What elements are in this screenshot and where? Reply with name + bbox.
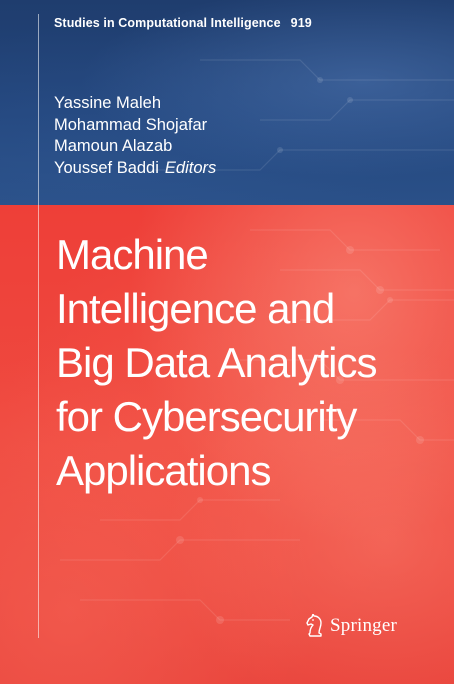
publisher-logo: Springer (304, 614, 397, 638)
editor-name: Mohammad Shojafar (54, 115, 216, 137)
cover-vertical-rule (38, 14, 39, 638)
editors-list: Yassine Maleh Mohammad Shojafar Mamoun A… (54, 93, 216, 179)
editor-name-text: Youssef Baddi (54, 158, 159, 177)
book-title-line: for Cybersecurity (56, 393, 357, 440)
editor-name: Youssef Baddi Editors (54, 158, 216, 180)
chess-knight-icon (306, 614, 322, 637)
book-cover: Studies in Computational Intelligence 919… (0, 0, 454, 684)
book-title: Machine Intelligence and Big Data Analyt… (56, 228, 446, 498)
book-title-line: Machine (56, 231, 209, 278)
editor-name-text: Mohammad Shojafar (54, 115, 208, 134)
book-title-line: Intelligence and (56, 285, 335, 332)
editor-name-text: Mamoun Alazab (54, 137, 173, 155)
book-title-line: Applications (56, 447, 271, 494)
editor-name: Mamoun Alazab (54, 136, 216, 158)
series-line: Studies in Computational Intelligence 919 (54, 16, 312, 30)
series-name: Studies in Computational Intelligence (54, 16, 281, 30)
editor-name: Yassine Maleh (54, 93, 216, 115)
editors-role: Editors (164, 158, 217, 177)
publisher-name: Springer (330, 615, 398, 636)
editor-name-text: Yassine Maleh (54, 94, 162, 112)
book-title-line: Big Data Analytics (56, 339, 378, 386)
series-volume: 919 (290, 16, 312, 30)
